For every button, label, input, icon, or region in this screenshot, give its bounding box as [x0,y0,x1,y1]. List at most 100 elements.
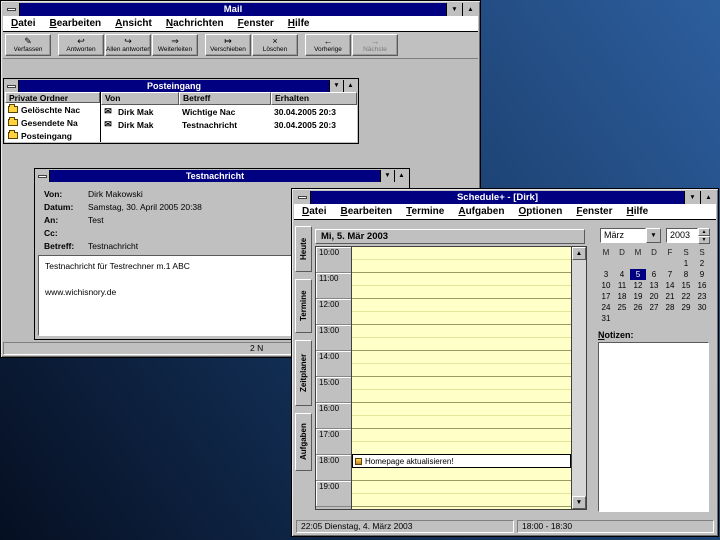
folder-item[interactable]: Posteingang [5,129,100,142]
schedule-menu-termine[interactable]: Termine [399,204,451,220]
calendar-day[interactable]: 31 [598,313,614,324]
message-minimize-button[interactable]: ▼ [380,170,394,182]
minimize-button[interactable]: ▼ [446,3,462,16]
delete-button[interactable]: × Löschen [252,34,298,56]
message-system-menu-button[interactable] [36,170,50,182]
calendar-day[interactable]: 7 [662,269,678,280]
system-menu-button[interactable] [3,3,20,16]
schedule-minimize-button[interactable]: ▼ [684,191,700,204]
inbox-maximize-button[interactable]: ▲ [343,80,357,92]
calendar-day[interactable]: 4 [614,269,630,280]
schedule-menu-fenster[interactable]: Fenster [569,204,619,220]
mail-menu-hilfe[interactable]: Hilfe [281,16,317,32]
column-header-betreff[interactable]: Betreff [179,92,271,105]
time-slot[interactable] [352,377,571,390]
time-slot[interactable] [352,273,571,286]
message-row[interactable]: ✉ Dirk Mak Wichtige Nac 30.04.2005 20:3 [101,105,357,118]
schedule-menu-optionen[interactable]: Optionen [511,204,569,220]
column-header-erhalten[interactable]: Erhalten [271,92,357,105]
forward-button[interactable]: ⇒ Weiterleiten [152,34,198,56]
month-select[interactable]: März [600,228,646,243]
calendar-day[interactable]: 22 [678,291,694,302]
time-slot[interactable] [352,416,571,429]
calendar-day[interactable]: 18 [614,291,630,302]
calendar-day[interactable]: 6 [646,269,662,280]
message-titlebar[interactable]: Testnachricht ▼ ▲ [36,170,408,182]
calendar-day[interactable]: 19 [630,291,646,302]
calendar-day[interactable]: 3 [598,269,614,280]
time-slot[interactable] [352,403,571,416]
time-slot[interactable] [352,312,571,325]
column-header-von[interactable]: Von [101,92,179,105]
schedule-menu-bearbeiten[interactable]: Bearbeiten [333,204,399,220]
calendar-day[interactable]: 8 [678,269,694,280]
mail-menu-bearbeiten[interactable]: Bearbeiten [42,16,108,32]
calendar-day[interactable]: 26 [630,302,646,313]
calendar-day[interactable]: 17 [598,291,614,302]
mail-menu-datei[interactable]: Datei [4,16,42,32]
time-slot[interactable] [352,351,571,364]
tab-aufgaben[interactable]: Aufgaben [295,413,312,471]
time-slot[interactable] [352,325,571,338]
calendar-day[interactable]: 28 [662,302,678,313]
notes-area[interactable] [598,342,709,512]
calendar-day[interactable]: 25 [614,302,630,313]
calendar-day[interactable]: 27 [646,302,662,313]
calendar-day[interactable]: 21 [662,291,678,302]
inbox-minimize-button[interactable]: ▼ [329,80,343,92]
time-slot[interactable] [352,390,571,403]
message-row[interactable]: ✉ Dirk Mak Testnachricht 30.04.2005 20:3 [101,118,357,131]
year-field[interactable]: 2003 [666,228,698,243]
time-slot[interactable] [352,299,571,312]
message-maximize-button[interactable]: ▲ [394,170,408,182]
inbox-titlebar[interactable]: Posteingang ▼ ▲ [5,80,357,92]
calendar-day[interactable]: 24 [598,302,614,313]
calendar-day[interactable]: 9 [694,269,710,280]
schedule-menu-hilfe[interactable]: Hilfe [619,204,655,220]
calendar-day[interactable]: 16 [694,280,710,291]
calendar-day-selected[interactable]: 5 [630,269,646,280]
time-slot[interactable] [352,286,571,299]
inbox-system-menu-button[interactable] [5,80,19,92]
time-slot[interactable] [352,468,571,481]
grid-scrollbar[interactable]: ▲ ▼ [571,247,586,509]
tab-zeitplaner[interactable]: Zeitplaner [295,340,312,406]
schedule-maximize-button[interactable]: ▲ [700,191,716,204]
reply-button[interactable]: ↩ Antworten [58,34,104,56]
month-dropdown-icon[interactable]: ▼ [646,228,661,243]
calendar-day[interactable]: 12 [630,280,646,291]
schedule-system-menu-button[interactable] [294,191,311,204]
time-slot[interactable] [352,260,571,273]
folders-header[interactable]: Private Ordner [5,92,100,103]
scroll-up-icon[interactable]: ▲ [572,247,586,260]
folder-item[interactable]: Gesendete Na [5,116,100,129]
calendar-day[interactable]: 2 [694,258,710,269]
calendar-day[interactable]: 1 [678,258,694,269]
maximize-button[interactable]: ▲ [462,3,478,16]
time-slot[interactable] [352,494,571,507]
year-up-icon[interactable]: ▲ [698,228,710,236]
mail-menu-nachrichten[interactable]: Nachrichten [159,16,231,32]
schedule-titlebar[interactable]: Schedule+ - [Dirk] ▼ ▲ [294,191,716,204]
reply-all-button[interactable]: ↪ Allen antworten [105,34,151,56]
calendar-day[interactable]: 13 [646,280,662,291]
tab-heute[interactable]: Heute [295,226,312,272]
mail-menu-ansicht[interactable]: Ansicht [108,16,159,32]
folder-item[interactable]: Gelöschte Nac [5,103,100,116]
compose-button[interactable]: ✎ Verfassen [5,34,51,56]
time-slot[interactable] [352,429,571,442]
calendar-day[interactable]: 15 [678,280,694,291]
move-button[interactable]: ↦ Verschieben [205,34,251,56]
time-slots[interactable]: Homepage aktualisieren! [352,247,571,509]
next-button[interactable]: → Nächste [352,34,398,56]
previous-button[interactable]: ← Vorherige [305,34,351,56]
time-slot[interactable] [352,481,571,494]
mail-titlebar[interactable]: Mail ▼ ▲ [3,3,478,16]
year-down-icon[interactable]: ▼ [698,236,710,244]
schedule-menu-aufgaben[interactable]: Aufgaben [451,204,511,220]
appointment[interactable]: Homepage aktualisieren! [352,454,571,468]
time-slot[interactable] [352,247,571,260]
calendar-day[interactable]: 23 [694,291,710,302]
schedule-menu-datei[interactable]: Datei [295,204,333,220]
calendar-day[interactable]: 20 [646,291,662,302]
